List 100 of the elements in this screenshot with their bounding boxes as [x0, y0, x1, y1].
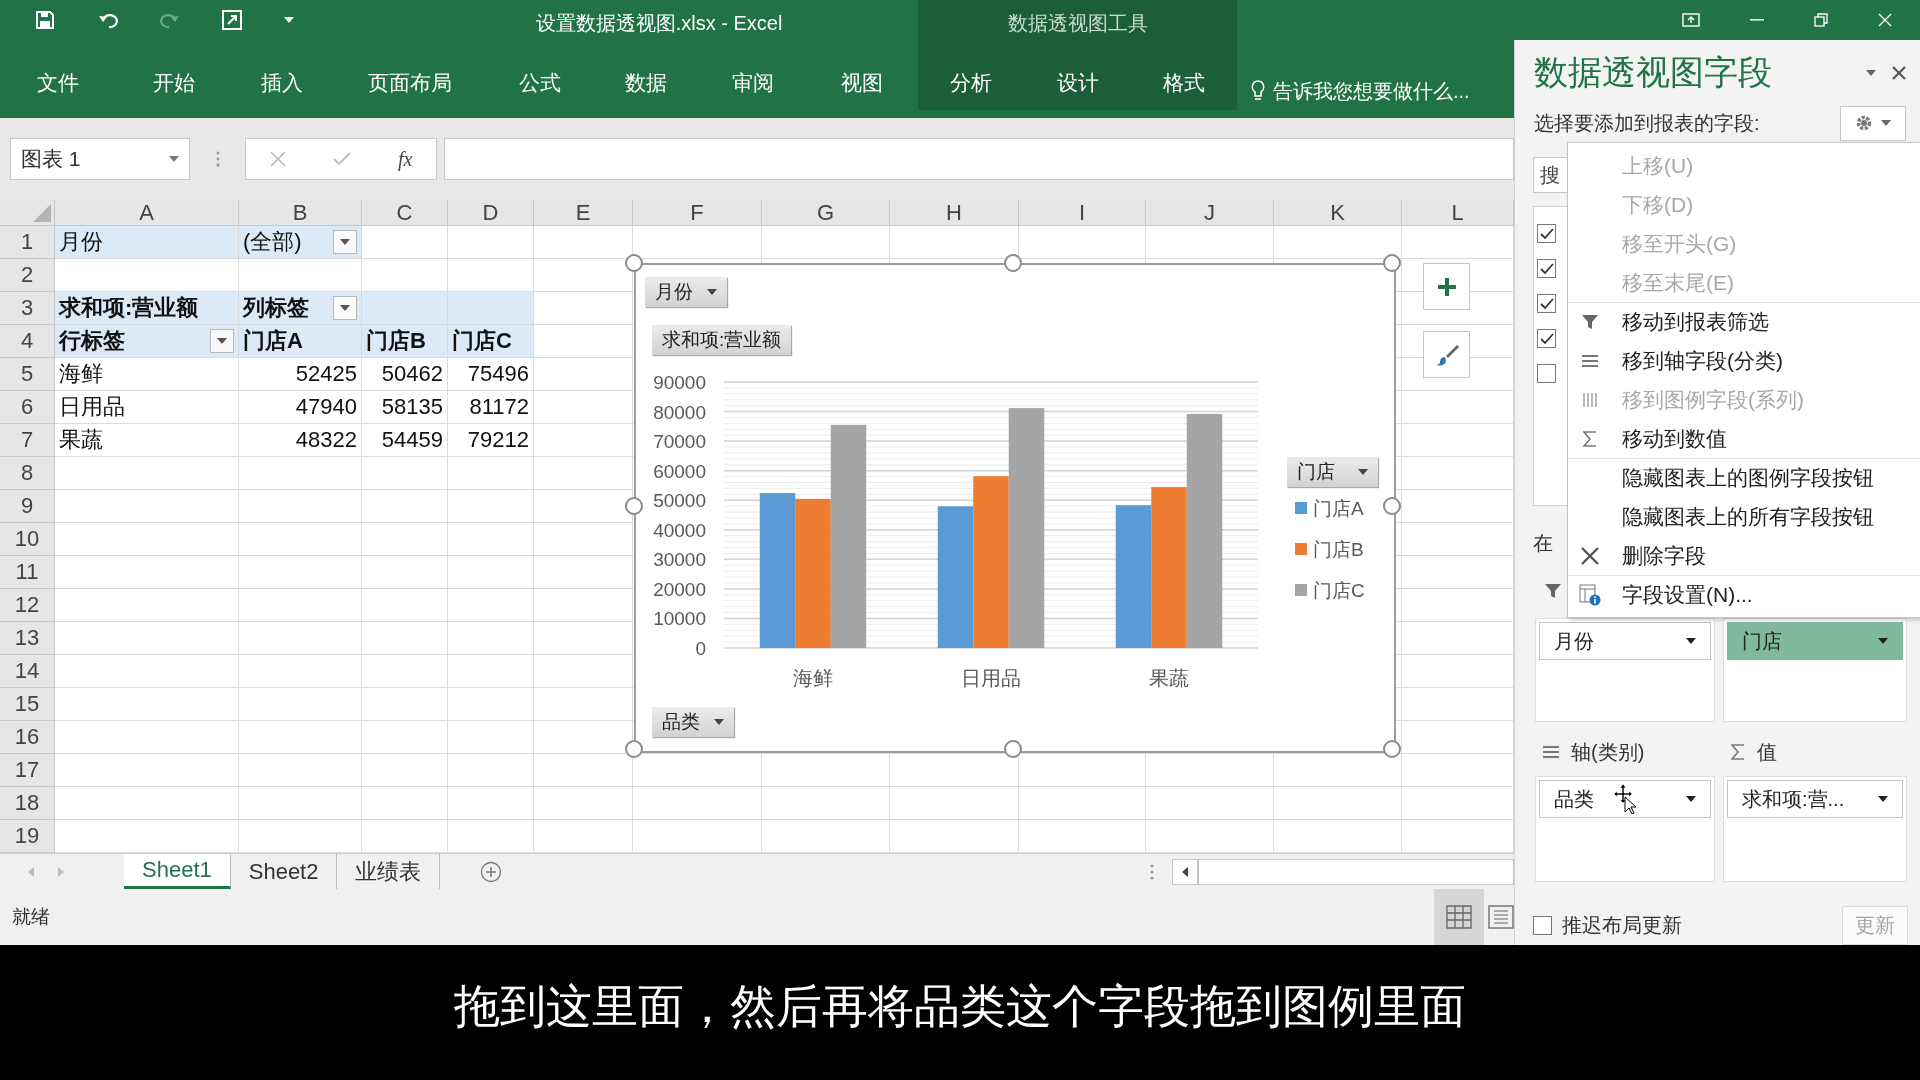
column-header[interactable]: F: [633, 200, 762, 226]
column-header[interactable]: E: [534, 200, 633, 226]
ribbon-tab[interactable]: 开始: [116, 40, 232, 110]
resize-handle[interactable]: [625, 254, 643, 272]
menu-item[interactable]: 隐藏图表上的图例字段按钮: [1568, 458, 1920, 497]
row-header[interactable]: 6: [0, 391, 55, 424]
checkbox[interactable]: [1537, 259, 1556, 278]
axis-label: 70000: [653, 431, 706, 453]
resize-handle[interactable]: [625, 740, 643, 758]
row-header[interactable]: 1: [0, 226, 55, 259]
column-header[interactable]: C: [362, 200, 448, 226]
menu-item[interactable]: 移到轴字段(分类): [1568, 341, 1920, 380]
normal-view-button[interactable]: [1434, 889, 1484, 945]
close-icon[interactable]: [1892, 66, 1906, 80]
row-header[interactable]: 4: [0, 325, 55, 358]
ribbon-tab[interactable]: 分析: [918, 40, 1024, 110]
insert-function-button[interactable]: fx: [397, 147, 413, 171]
checkbox-label: 推迟布局更新: [1562, 913, 1682, 938]
filter-field-button[interactable]: 月份: [645, 277, 727, 307]
chart-area[interactable]: 0 10000 20000 30000 40000 50000 60000 70000 80000 90000 海鲜 日用品 果蔬 门店A 门店B 门店C 月份 求和项:营业额 门店 品类: [634, 263, 1396, 753]
legend-field-button[interactable]: 门店: [1287, 457, 1378, 487]
restore-icon[interactable]: [1814, 13, 1828, 27]
column-header[interactable]: A: [55, 200, 239, 226]
row-header[interactable]: 5: [0, 358, 55, 391]
resize-handle[interactable]: [1383, 254, 1401, 272]
ribbon-tab[interactable]: 审阅: [700, 40, 806, 110]
menu-item[interactable]: 隐藏图表上的所有字段按钮: [1568, 497, 1920, 536]
ribbon-tab[interactable]: 格式: [1131, 40, 1237, 110]
row-header[interactable]: 9: [0, 490, 55, 523]
resize-handle[interactable]: [1383, 497, 1401, 515]
row-header[interactable]: 16: [0, 721, 55, 754]
row-header[interactable]: 15: [0, 688, 55, 721]
caret-icon: [1878, 638, 1888, 644]
grid-icon: [1446, 905, 1472, 929]
checkbox[interactable]: [1537, 224, 1556, 243]
menu-item[interactable]: 移动到报表筛选: [1568, 302, 1920, 341]
menu-item[interactable]: 删除字段: [1568, 536, 1920, 575]
row-header[interactable]: 8: [0, 457, 55, 490]
resize-handle[interactable]: [1383, 740, 1401, 758]
caret-icon: [1686, 796, 1696, 802]
menu-item[interactable]: 字段设置(N)...: [1568, 575, 1920, 614]
chart-style-button[interactable]: [1423, 331, 1470, 378]
axis-field-button[interactable]: 品类: [652, 707, 734, 737]
sheet-tab[interactable]: Sheet1: [124, 854, 231, 889]
row-header[interactable]: 10: [0, 523, 55, 556]
resize-handle[interactable]: [1004, 740, 1022, 758]
row-header[interactable]: 17: [0, 754, 55, 787]
column-header[interactable]: B: [239, 200, 362, 226]
row-header[interactable]: 3: [0, 292, 55, 325]
add-element-button[interactable]: [1423, 263, 1470, 310]
column-header[interactable]: L: [1402, 200, 1514, 226]
field-item[interactable]: 求和项:营...: [1727, 780, 1903, 818]
save-icon[interactable]: [36, 11, 54, 29]
caret-icon: [340, 305, 350, 311]
scroll-left-icon[interactable]: [1172, 858, 1198, 885]
column-header[interactable]: J: [1146, 200, 1274, 226]
checkbox[interactable]: [1537, 364, 1556, 383]
row-header[interactable]: 12: [0, 589, 55, 622]
row-header[interactable]: 19: [0, 820, 55, 853]
filter-dropdown-button[interactable]: [210, 329, 234, 353]
row-header[interactable]: 11: [0, 556, 55, 589]
formula-input[interactable]: [444, 138, 1514, 180]
column-header[interactable]: D: [448, 200, 534, 226]
column-header[interactable]: H: [890, 200, 1019, 226]
row-header[interactable]: 14: [0, 655, 55, 688]
checkbox[interactable]: [1537, 329, 1556, 348]
ribbon-tab[interactable]: 设计: [1024, 40, 1131, 110]
field-item[interactable]: 品类: [1539, 780, 1711, 818]
row-header[interactable]: 13: [0, 622, 55, 655]
table-cell-text: 54459: [380, 426, 444, 454]
ribbon-tab[interactable]: 页面布局: [332, 40, 488, 110]
ribbon-display-icon[interactable]: [1682, 13, 1700, 27]
checkbox[interactable]: [1537, 294, 1556, 313]
checkbox[interactable]: [1533, 916, 1552, 935]
ribbon-tab[interactable]: 数据: [592, 40, 700, 110]
column-header[interactable]: G: [762, 200, 890, 226]
resize-handle[interactable]: [1004, 254, 1022, 272]
resize-handle[interactable]: [625, 497, 643, 515]
scrollbar[interactable]: [1198, 858, 1514, 885]
check-icon[interactable]: [332, 152, 351, 166]
ribbon-tab[interactable]: 视图: [806, 40, 918, 110]
field-item[interactable]: 月份: [1539, 622, 1711, 660]
row-header[interactable]: 2: [0, 259, 55, 292]
tools-button[interactable]: [1840, 105, 1906, 141]
ribbon-tab[interactable]: 公式: [488, 40, 592, 110]
column-header[interactable]: K: [1274, 200, 1402, 226]
filter-dropdown-button[interactable]: [333, 296, 357, 320]
ribbon-tab[interactable]: 插入: [232, 40, 332, 110]
row-header[interactable]: 18: [0, 787, 55, 820]
value-field-button[interactable]: 求和项:营业额: [652, 325, 792, 355]
ribbon-tab[interactable]: 文件: [0, 40, 116, 110]
row-header[interactable]: 7: [0, 424, 55, 457]
column-header[interactable]: I: [1019, 200, 1146, 226]
filter-dropdown-button[interactable]: [333, 230, 357, 254]
tell-me-field[interactable]: 告诉我您想要做什么...: [1273, 77, 1470, 105]
field-item[interactable]: 门店: [1727, 622, 1903, 660]
name-box[interactable]: 图表 1: [10, 138, 190, 180]
menu-item[interactable]: 移动到数值: [1568, 419, 1920, 458]
add-sheet-icon[interactable]: [480, 860, 503, 883]
undo-icon[interactable]: [98, 11, 118, 29]
